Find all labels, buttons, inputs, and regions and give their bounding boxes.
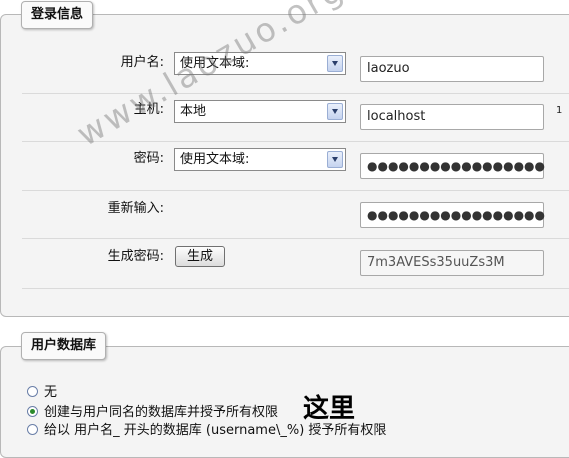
retype-label: 重新输入:: [107, 201, 164, 216]
db-option-label: 给以 用户名_ 开头的数据库 (username\_%) 授予所有权限: [44, 423, 387, 438]
db-option-none[interactable]: 无: [27, 381, 57, 400]
host-type-select[interactable]: 本地: [174, 100, 346, 123]
host-input[interactable]: localhost: [360, 104, 544, 130]
generated-password-input[interactable]: 7m3AVESs35uuZs3M: [360, 250, 544, 276]
chevron-down-icon[interactable]: [327, 55, 343, 72]
username-type-select[interactable]: 使用文本域:: [174, 52, 346, 75]
host-note: 1: [556, 105, 563, 116]
password-input[interactable]: ●●●●●●●●●●●●●●●●●: [360, 153, 545, 179]
radio-button[interactable]: [27, 386, 38, 397]
host-type-value: 本地: [180, 104, 207, 119]
generate-button[interactable]: 生成: [175, 246, 225, 267]
user-database-legend: 用户数据库: [21, 332, 107, 360]
db-option-label: 无: [44, 385, 58, 400]
username-label: 用户名:: [120, 55, 164, 70]
password-type-value: 使用文本域:: [180, 152, 250, 167]
row-separator: [22, 238, 569, 239]
row-separator: [22, 93, 569, 94]
username-input[interactable]: laozuo: [360, 56, 544, 82]
username-type-value: 使用文本域:: [180, 56, 250, 71]
row-separator: [22, 288, 569, 289]
db-option-label: 创建与用户同名的数据库并授予所有权限: [44, 405, 279, 420]
row-separator: [22, 141, 569, 142]
password-type-select[interactable]: 使用文本域:: [174, 148, 346, 171]
chevron-down-icon[interactable]: [327, 151, 343, 168]
chevron-down-icon[interactable]: [327, 103, 343, 120]
retype-password-input[interactable]: ●●●●●●●●●●●●●●●●●: [360, 202, 545, 228]
db-option-create-same-name[interactable]: 创建与用户同名的数据库并授予所有权限: [27, 401, 278, 420]
password-label: 密码:: [133, 151, 164, 166]
generate-password-label: 生成密码:: [107, 249, 164, 264]
radio-button[interactable]: [27, 424, 38, 435]
radio-button[interactable]: [27, 406, 38, 417]
row-separator: [22, 190, 569, 191]
host-label: 主机:: [133, 102, 164, 117]
annotation-text: 这里: [303, 394, 356, 424]
login-info-legend: 登录信息: [21, 1, 94, 29]
